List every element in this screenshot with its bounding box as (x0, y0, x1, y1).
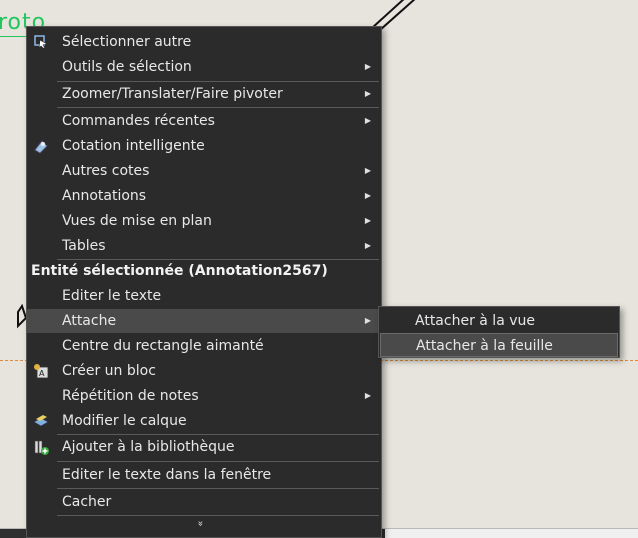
submenu-item-label: Attacher à la feuille (416, 338, 553, 354)
menu-item-label: Editer le texte dans la fenêtre (62, 467, 272, 483)
menu-item-label: Ajouter à la bibliothèque (62, 439, 235, 455)
layer-icon (33, 413, 49, 429)
menu-item-repeat-notes[interactable]: Répétition de notes ▶ (27, 384, 381, 408)
menu-item-add-to-library[interactable]: Ajouter à la bibliothèque (27, 435, 381, 459)
menu-item-snap-rectangle-center[interactable]: Centre du rectangle aimanté (27, 334, 381, 358)
create-block-icon: A (33, 363, 49, 379)
menu-item-label: Sélectionner autre (62, 34, 192, 50)
submenu-arrow-icon: ▶ (364, 89, 371, 98)
menu-item-create-block[interactable]: A Créer un bloc (27, 359, 381, 383)
menu-item-modify-layer[interactable]: Modifier le calque (27, 409, 381, 433)
select-other-icon (33, 34, 49, 50)
menu-item-annotations[interactable]: Annotations ▶ (27, 184, 381, 208)
menu-item-smart-dimension[interactable]: Cotation intelligente (27, 134, 381, 158)
menu-separator (57, 515, 379, 516)
submenu-arrow-icon: ▶ (364, 62, 371, 71)
svg-text:A: A (39, 369, 45, 378)
menu-item-recent-commands[interactable]: Commandes récentes ▶ (27, 109, 381, 133)
submenu-arrow-icon: ▶ (364, 241, 371, 250)
menu-item-zoom-pan-rotate[interactable]: Zoomer/Translater/Faire pivoter ▶ (27, 82, 381, 106)
menu-item-other-dimensions[interactable]: Autres cotes ▶ (27, 159, 381, 183)
submenu-arrow-icon: ▶ (364, 166, 371, 175)
menu-item-label: Attache (62, 313, 117, 329)
submenu-item-attach-to-view[interactable]: Attacher à la vue (380, 309, 618, 333)
submenu-item-attach-to-sheet[interactable]: Attacher à la feuille (380, 333, 618, 357)
menu-item-label: Cacher (62, 494, 112, 510)
menu-item-edit-text-window[interactable]: Editer le texte dans la fenêtre (27, 463, 381, 487)
submenu-arrow-icon: ▶ (364, 391, 371, 400)
menu-separator (57, 488, 379, 489)
menu-item-label: Répétition de notes (62, 388, 199, 404)
add-library-icon (33, 439, 49, 455)
submenu-item-label: Attacher à la vue (415, 313, 535, 329)
menu-item-select-other[interactable]: Sélectionner autre (27, 30, 381, 54)
expand-more-icon[interactable]: » (195, 520, 206, 526)
menu-item-label: Vues de mise en plan (62, 213, 212, 229)
submenu-arrow-icon: ▶ (364, 116, 371, 125)
submenu-arrow-icon: ▶ (364, 191, 371, 200)
menu-item-label: Outils de sélection (62, 59, 192, 75)
menu-item-label: Cotation intelligente (62, 138, 205, 154)
menu-item-label: Editer le texte (62, 288, 162, 304)
menu-item-selection-tools[interactable]: Outils de sélection ▶ (27, 55, 381, 79)
menu-item-label: Annotations (62, 188, 147, 204)
menu-item-edit-text[interactable]: Editer le texte (27, 284, 381, 308)
attach-submenu: Attacher à la vue Attacher à la feuille (378, 306, 620, 358)
smart-dimension-icon (33, 138, 49, 154)
submenu-arrow-icon: ▶ (364, 316, 371, 325)
menu-item-drawing-views[interactable]: Vues de mise en plan ▶ (27, 209, 381, 233)
menu-item-label: Modifier le calque (62, 413, 187, 429)
menu-item-label: Créer un bloc (62, 363, 156, 379)
menu-item-tables[interactable]: Tables ▶ (27, 234, 381, 258)
menu-item-label: Autres cotes (62, 163, 150, 179)
menu-item-attach[interactable]: Attache ▶ (27, 309, 381, 333)
menu-section-header: Entité sélectionnée (Annotation2567) (31, 263, 328, 279)
menu-separator (57, 107, 379, 108)
menu-item-label: Commandes récentes (62, 113, 215, 129)
menu-item-label: Tables (62, 238, 106, 254)
menu-separator (57, 461, 379, 462)
submenu-arrow-icon: ▶ (364, 216, 371, 225)
menu-item-hide[interactable]: Cacher (27, 490, 381, 514)
context-menu: Sélectionner autre Outils de sélection ▶… (26, 26, 382, 538)
menu-item-label: Zoomer/Translater/Faire pivoter (62, 86, 283, 102)
menu-item-label: Centre du rectangle aimanté (62, 338, 264, 354)
